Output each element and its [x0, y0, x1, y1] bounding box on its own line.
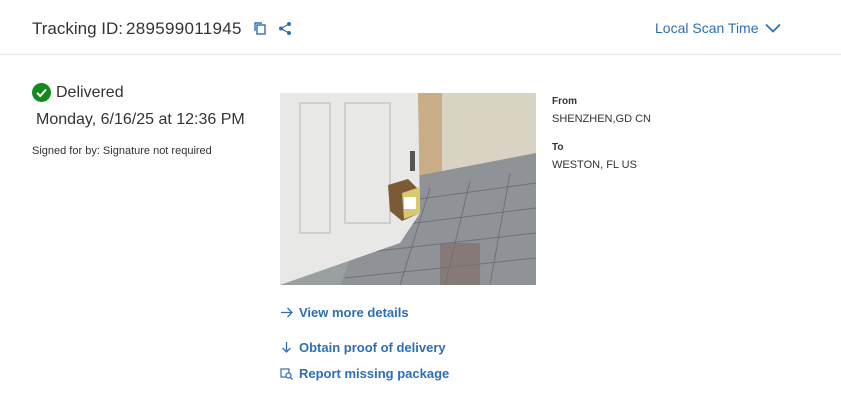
- view-more-details-link[interactable]: View more details: [280, 305, 409, 320]
- report-missing-package-link[interactable]: Report missing package: [280, 366, 449, 381]
- share-icon[interactable]: [278, 21, 292, 36]
- chevron-down-icon: [764, 23, 781, 33]
- delivery-status: Delivered: [32, 83, 124, 102]
- from-label: From: [552, 96, 577, 107]
- download-icon: [282, 342, 291, 353]
- to-label: To: [552, 142, 564, 153]
- to-value: WESTON, FL US: [552, 159, 637, 171]
- package-search-icon: [280, 368, 293, 380]
- report-missing-package-label: Report missing package: [299, 366, 450, 381]
- tracking-label: Tracking ID:: [32, 19, 124, 38]
- copy-icon[interactable]: [253, 21, 267, 36]
- tracking-header: Tracking ID: 289599011945 Local Scan Tim…: [0, 0, 841, 55]
- scan-time-label: Local Scan Time: [655, 20, 759, 36]
- signed-for-text: Signed for by: Signature not required: [32, 145, 212, 157]
- local-scan-time-dropdown[interactable]: Local Scan Time: [655, 20, 781, 36]
- arrow-right-icon: [281, 307, 293, 318]
- status-label: Delivered: [56, 83, 124, 101]
- tracking-id: 289599011945: [126, 19, 242, 38]
- delivery-date: Monday, 6/16/25 at 12:36 PM: [36, 111, 245, 128]
- check-circle-icon: [32, 83, 51, 102]
- from-value: SHENZHEN,GD CN: [552, 113, 652, 125]
- proof-of-delivery-label: Obtain proof of delivery: [299, 340, 446, 355]
- view-more-details-label: View more details: [299, 305, 409, 320]
- delivery-photo: [280, 93, 536, 285]
- proof-of-delivery-link[interactable]: Obtain proof of delivery: [280, 340, 446, 355]
